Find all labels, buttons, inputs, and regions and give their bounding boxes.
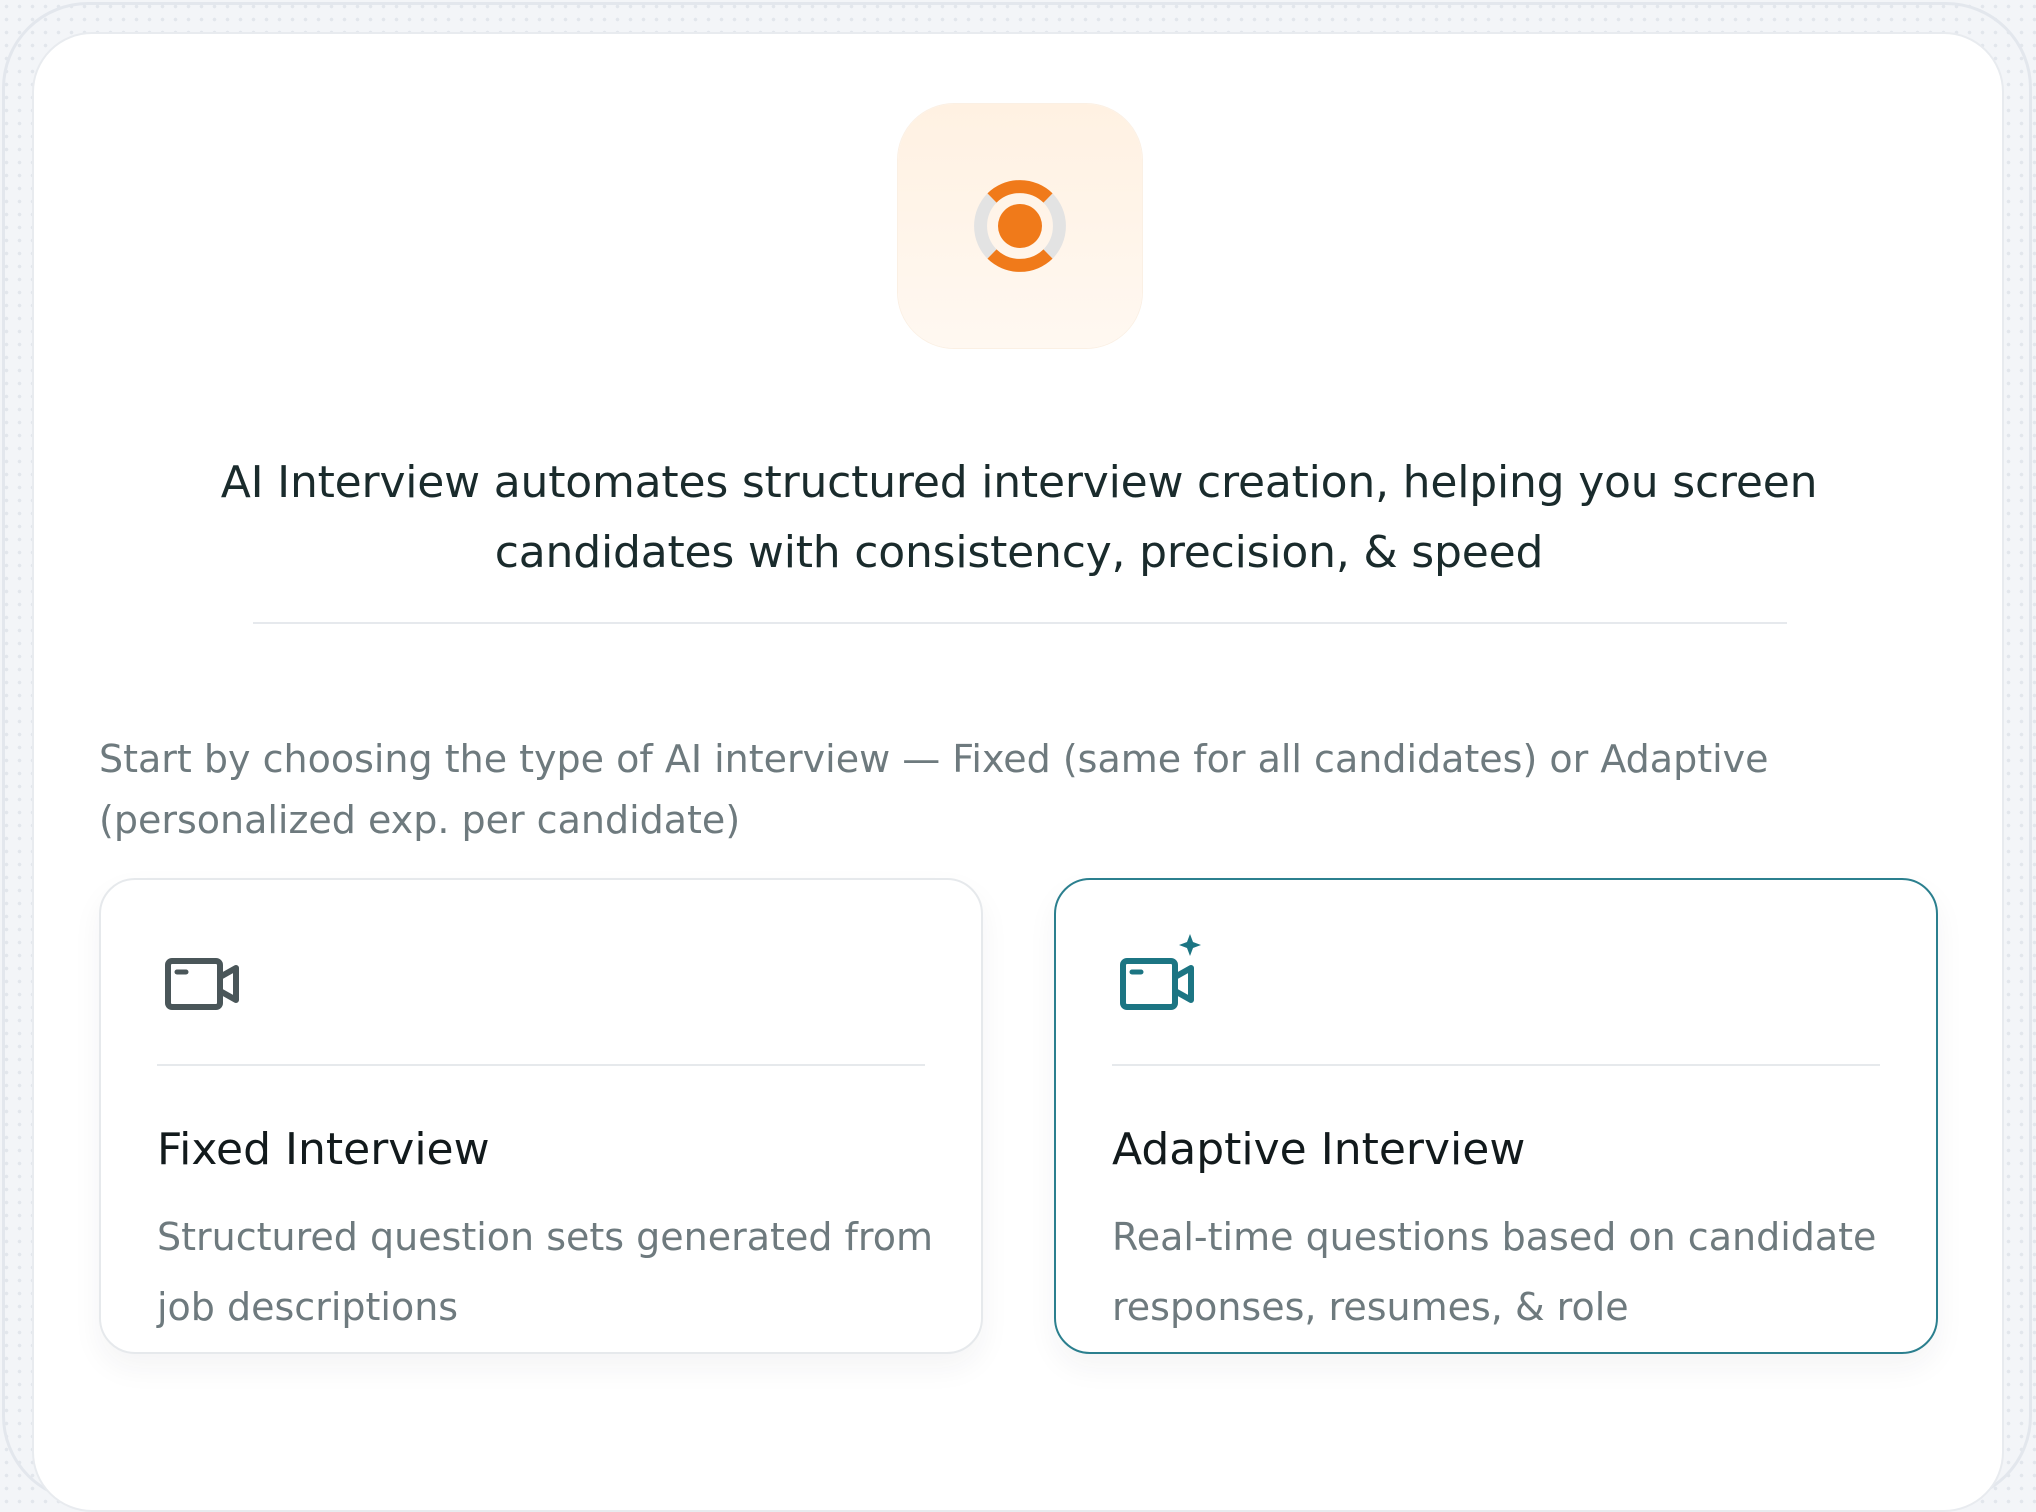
video-camera-sparkle-icon — [1120, 934, 1201, 1010]
logo-tile — [898, 104, 1142, 348]
intro-text: Start by choosing the type of AI intervi… — [99, 737, 1769, 842]
video-camera-icon — [165, 958, 239, 1010]
card-title: Fixed Interview — [157, 1124, 490, 1175]
headline: AI Interview automates structured interv… — [220, 457, 1818, 578]
card-description: Structured question sets generated from … — [157, 1215, 933, 1329]
adaptive-interview-card[interactable]: Adaptive Interview Real-time questions b… — [1054, 878, 1938, 1354]
onboarding-panel: AI Interview automates structured interv… — [32, 32, 2004, 1512]
fixed-interview-card[interactable]: Fixed Interview Structured question sets… — [99, 878, 983, 1354]
card-title: Adaptive Interview — [1112, 1124, 1526, 1175]
card-divider — [157, 1064, 925, 1066]
card-description: Real-time questions based on candidate r… — [1112, 1215, 1877, 1329]
card-divider — [1112, 1064, 1880, 1066]
section-divider — [253, 622, 1787, 624]
ai-interview-logo-icon — [974, 180, 1066, 272]
